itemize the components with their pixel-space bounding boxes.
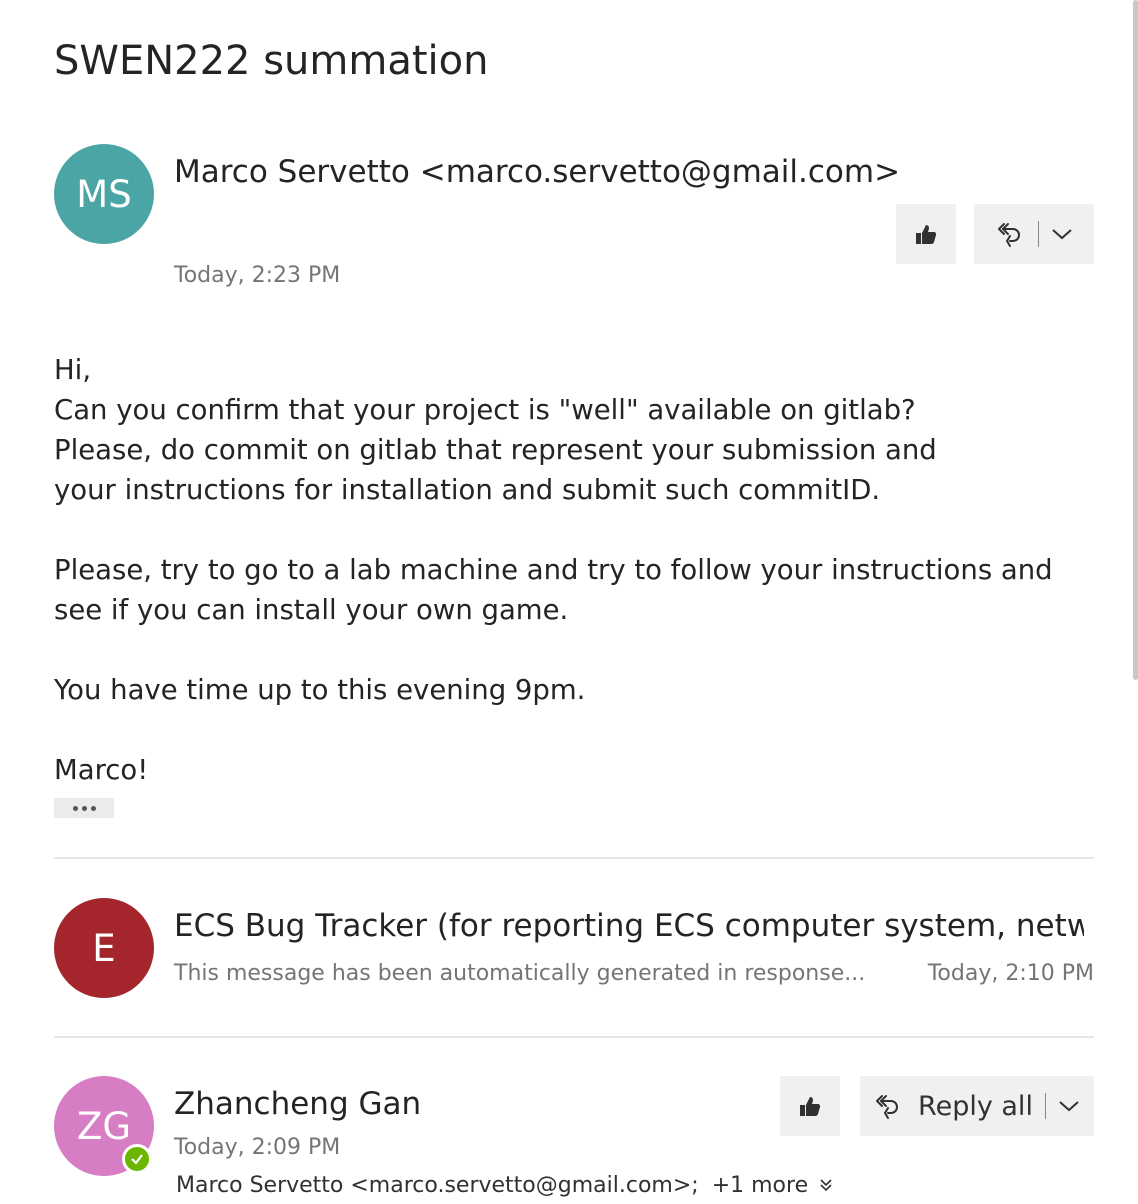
chevron-down-icon[interactable]	[1051, 227, 1073, 241]
avatar-initials: MS	[76, 172, 132, 216]
scrollbar[interactable]	[1133, 0, 1138, 680]
check-badge-icon	[122, 1144, 152, 1174]
divider	[1044, 1093, 1046, 1119]
message-time: Today, 2:09 PM	[174, 1135, 341, 1160]
reply-all-icon	[874, 1091, 904, 1121]
ellipsis-icon	[72, 805, 96, 811]
show-quoted-text-button[interactable]	[54, 798, 114, 818]
recipients: Marco Servetto <marco.servetto@gmail.com…	[176, 1173, 833, 1199]
message-body: Hi, Can you confirm that your project is…	[54, 350, 1104, 790]
reply-all-split-button[interactable]	[974, 204, 1094, 264]
more-recipients-link[interactable]: +1 more	[712, 1173, 808, 1198]
sender-name[interactable]: ECS Bug Tracker (for reporting ECS compu…	[174, 908, 1084, 944]
divider	[54, 857, 1094, 859]
avatar[interactable]: MS	[54, 144, 154, 244]
reply-all-label: Reply all	[918, 1090, 1033, 1122]
avatar-initials: ZG	[76, 1104, 132, 1148]
email-subject: SWEN222 summation	[54, 38, 489, 84]
thumbs-up-icon	[797, 1093, 823, 1119]
avatar[interactable]: E	[54, 898, 154, 998]
thumbs-up-icon	[913, 221, 939, 247]
body-line: Can you confirm that your project is "we…	[54, 394, 916, 426]
reply-all-icon	[996, 219, 1026, 249]
double-chevron-down-icon[interactable]	[819, 1174, 833, 1199]
sender-name[interactable]: Zhancheng Gan	[174, 1086, 421, 1122]
like-button[interactable]	[780, 1076, 840, 1136]
recipient[interactable]: Marco Servetto <marco.servetto@gmail.com…	[176, 1173, 699, 1198]
avatar-initials: E	[92, 926, 116, 970]
body-line: Hi,	[54, 354, 92, 386]
divider	[1037, 221, 1039, 247]
message-time: Today, 2:10 PM	[927, 961, 1094, 986]
body-line: Marco!	[54, 754, 149, 786]
body-line: You have time up to this evening 9pm.	[54, 674, 586, 706]
sender-name[interactable]: Marco Servetto <marco.servetto@gmail.com…	[174, 154, 900, 190]
message-time: Today, 2:23 PM	[174, 263, 341, 288]
body-line: Please, do commit on gitlab that represe…	[54, 434, 937, 506]
divider	[54, 1036, 1094, 1038]
message-preview[interactable]: This message has been automatically gene…	[174, 961, 865, 986]
like-button[interactable]	[896, 204, 956, 264]
reply-all-split-button[interactable]: Reply all	[860, 1076, 1094, 1136]
body-line: Please, try to go to a lab machine and t…	[54, 554, 1053, 626]
chevron-down-icon[interactable]	[1058, 1099, 1080, 1113]
